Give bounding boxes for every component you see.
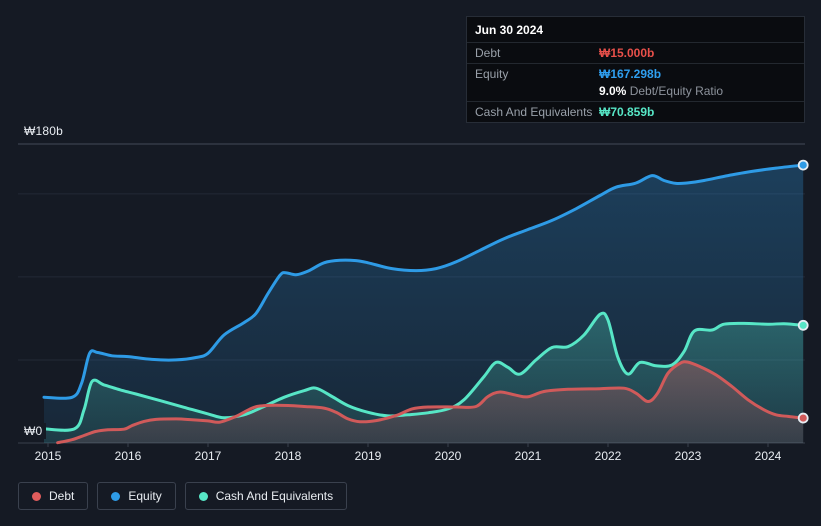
tooltip-cash-value: ₩70.859b [599,105,655,119]
x-tick-label-2022: 2022 [594,449,622,463]
x-tick-label-2015: 2015 [34,449,62,463]
x-tick-label-2018: 2018 [274,449,302,463]
tooltip-debt-value: ₩15.000b [599,46,655,60]
chart-legend: Debt Equity Cash And Equivalents [18,482,348,510]
legend-dot [198,491,208,501]
tooltip-cash-label: Cash And Equivalents [475,105,593,119]
x-axis: 2015 2016 2017 2018 2019 2020 2021 2022 2023 2024 [0,449,821,465]
chart-page: ₩180b ₩0 2015 2016 2017 2018 2019 2020 2021 202… [0,0,821,526]
tooltip-debt-label: Debt [475,46,501,60]
legend-label: Cash And Equivalents [215,489,334,503]
tooltip-row-cash: Cash And Equivalents ₩70.859b [467,101,804,122]
y-axis-zero-label: ₩0 [24,423,47,439]
x-tick-label-2019: 2019 [354,449,382,463]
x-tick-label-2023: 2023 [674,449,702,463]
debt-equity-ratio-label: Debt/Equity Ratio [629,84,724,98]
chart-tooltip: Jun 30 2024 Debt ₩15.000b Equity ₩167.29… [466,16,805,123]
tooltip-equity-label: Equity [475,67,509,81]
legend-item-equity[interactable]: Equity [97,482,176,510]
legend-item-debt[interactable]: Debt [18,482,89,510]
tooltip-equity-value: ₩167.298b [599,67,662,81]
x-tick-marks [47,443,769,447]
legend-dot [32,491,41,501]
x-tick-label-2021: 2021 [514,449,542,463]
x-tick-label-2016: 2016 [114,449,142,463]
legend-label: Debt [49,489,75,503]
legend-label: Equity [128,489,162,503]
tooltip-row-ratio: 9.0% Debt/Equity Ratio [467,84,804,101]
x-tick-label-2024: 2024 [754,449,782,463]
equity-end-dot[interactable] [797,159,809,171]
debt-equity-ratio-value: 9.0% [599,84,627,98]
debt-end-dot[interactable] [797,412,809,424]
tooltip-date: Jun 30 2024 [475,23,544,37]
y-axis-max-label: ₩180b [24,123,68,139]
x-tick-label-2017: 2017 [194,449,222,463]
tooltip-row-equity: Equity ₩167.298b [467,63,804,84]
x-tick-label-2020: 2020 [434,449,462,463]
tooltip-row-debt: Debt ₩15.000b [467,42,804,63]
legend-dot [111,491,121,501]
legend-item-cash-and-equivalents[interactable]: Cash And Equivalents [184,482,348,510]
cash-end-dot[interactable] [797,319,809,331]
